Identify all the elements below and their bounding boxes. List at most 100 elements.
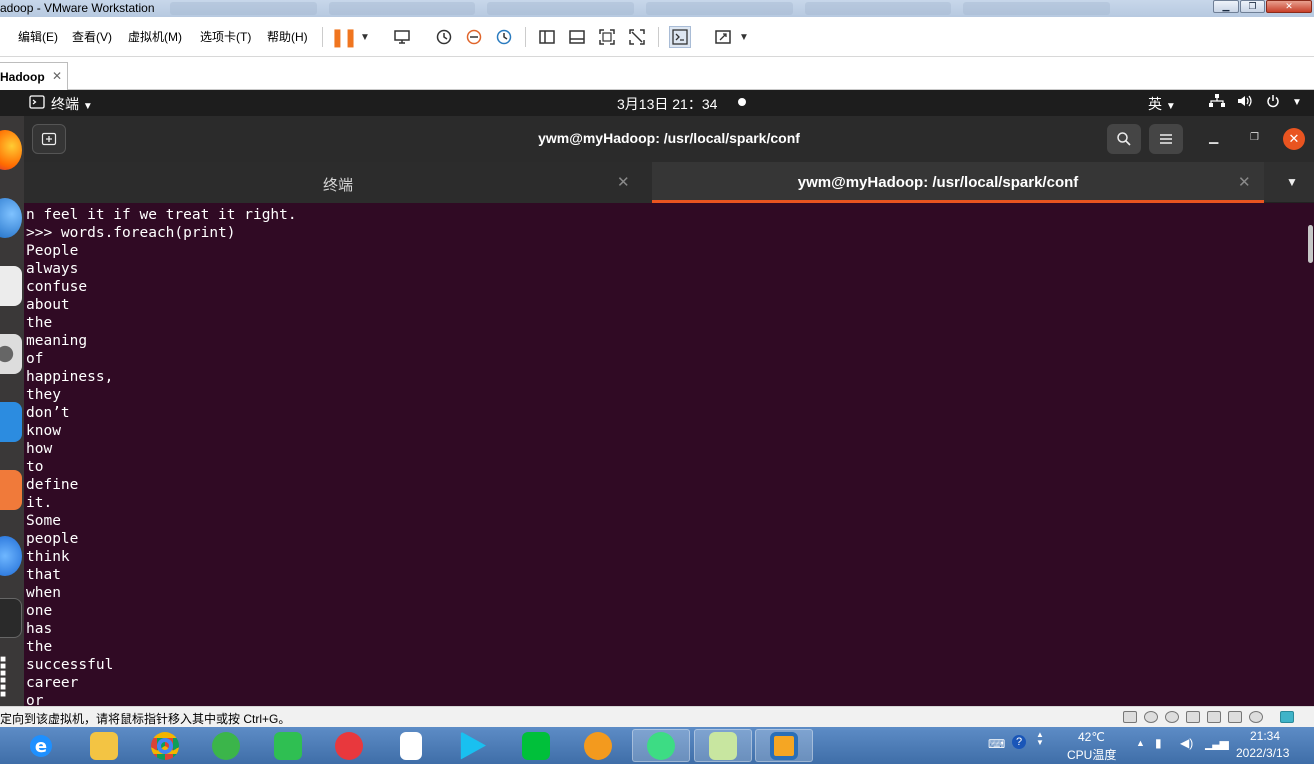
minimize-button[interactable]: ▁	[1213, 0, 1239, 13]
files-icon[interactable]	[0, 266, 22, 306]
vm-tab-hadoop[interactable]: Hadoop ✕	[0, 62, 68, 90]
tab-spark-conf[interactable]: ywm@myHadoop: /usr/local/spark/conf ✕	[652, 162, 1264, 203]
show-hidden-icons-icon[interactable]: ▲	[1136, 738, 1145, 748]
start-ie-icon[interactable]: e	[10, 729, 72, 762]
hamburger-menu-icon[interactable]	[1149, 124, 1183, 154]
terminal-line: Some	[26, 513, 61, 529]
pause-dropdown-icon[interactable]: ▼	[354, 26, 376, 48]
terminal-output[interactable]: n feel it if we treat it right. >>> words…	[24, 203, 1314, 706]
notepad-icon[interactable]	[694, 729, 752, 762]
tab-terminal[interactable]: 终端 ✕	[24, 162, 652, 203]
maximize-button[interactable]: ❐	[1240, 0, 1265, 13]
usb-icon[interactable]	[1207, 711, 1221, 723]
vmware-taskbar-icon[interactable]	[755, 729, 813, 762]
thunderbird-icon[interactable]	[0, 198, 22, 238]
stretch-view-icon[interactable]	[712, 26, 734, 48]
software-center-icon[interactable]	[0, 470, 22, 510]
close-tab-icon[interactable]: ✕	[52, 69, 62, 83]
wechat-icon[interactable]	[197, 729, 255, 762]
chevron-down-icon[interactable]: ▼	[1292, 97, 1302, 108]
scrollbar-thumb[interactable]	[1308, 225, 1313, 263]
close-tab-icon[interactable]: ✕	[617, 173, 630, 191]
firefox-icon[interactable]	[0, 130, 22, 170]
console-view-icon[interactable]	[566, 26, 588, 48]
window-minimize-icon[interactable]: ▁	[1209, 130, 1218, 144]
power-icon[interactable]	[1266, 94, 1280, 111]
menu-edit[interactable]: 编辑(E)	[18, 28, 58, 45]
pause-icon[interactable]: ❚❚	[330, 26, 358, 48]
floppy-icon[interactable]	[1165, 711, 1179, 723]
unity-mode-icon[interactable]	[626, 26, 648, 48]
input-method-indicator[interactable]: 英 ▼	[1148, 94, 1176, 114]
tab-label: ywm@myHadoop: /usr/local/spark/conf	[797, 174, 1079, 191]
libreoffice-writer-icon[interactable]	[0, 402, 22, 442]
close-tab-icon[interactable]: ✕	[1238, 173, 1251, 191]
messages-icon[interactable]	[1280, 711, 1294, 723]
terminal-console-icon[interactable]	[669, 26, 691, 48]
window-maximize-icon[interactable]: ❐	[1250, 132, 1259, 143]
vmware-title-bar: adoop - VMware Workstation ▁ ❐ ✕	[0, 0, 1314, 17]
android-studio-icon[interactable]	[632, 729, 690, 762]
fullscreen-icon[interactable]	[596, 26, 618, 48]
terminal-line: define	[26, 477, 79, 493]
close-button[interactable]: ✕	[1266, 0, 1312, 13]
cd-dvd-icon[interactable]	[1144, 711, 1158, 723]
toolbar-separator	[658, 27, 659, 47]
keyboard-icon[interactable]: ⌨	[988, 737, 1005, 751]
iqiyi-icon[interactable]	[507, 729, 565, 762]
tiger-app-icon[interactable]	[569, 729, 627, 762]
ubuntu-top-bar: 终端 ▼ 3月13日 21：34 英 ▼ ▼	[0, 90, 1314, 116]
help-tray-icon[interactable]: ?	[1012, 735, 1026, 749]
show-applications-icon[interactable]: ■ ■ ■ ■ ■ ■	[0, 655, 10, 700]
menu-tabs[interactable]: 选项卡(T)	[200, 28, 251, 45]
explorer-icon[interactable]	[75, 729, 133, 762]
terminal-line: confuse	[26, 279, 88, 295]
network-icon[interactable]	[1209, 94, 1225, 111]
vmware-status-bar: 定向到该虚拟机，请将鼠标指针移入其中或按 Ctrl+G。	[0, 706, 1314, 727]
terminal-line: meaning	[26, 333, 88, 349]
hard-disk-icon[interactable]	[1123, 711, 1137, 723]
tab-list-dropdown-icon[interactable]: ▼	[1286, 175, 1298, 189]
help-icon[interactable]	[0, 536, 22, 576]
shopping-icon[interactable]	[259, 729, 317, 762]
terminal-line: don’t	[26, 405, 70, 421]
chrome-icon[interactable]	[136, 729, 194, 762]
snapshot-icon[interactable]	[433, 26, 455, 48]
network-signal-icon[interactable]: ▁▃▅	[1205, 736, 1229, 750]
network-adapter-icon[interactable]	[1186, 711, 1200, 723]
speaker-icon[interactable]: ◀)	[1180, 736, 1193, 750]
tray-arrows-icon[interactable]: ▲ ▼	[1036, 731, 1044, 747]
volume-icon[interactable]	[1237, 94, 1253, 111]
temperature-label: CPU温度	[1067, 748, 1117, 762]
netease-music-icon[interactable]	[320, 729, 378, 762]
menu-vm[interactable]: 虚拟机(M)	[128, 28, 182, 45]
terminal-line: one	[26, 603, 53, 619]
printer-icon[interactable]	[1249, 711, 1263, 723]
document-icon[interactable]	[382, 729, 440, 762]
search-icon[interactable]	[1107, 124, 1141, 154]
stretch-dropdown-icon[interactable]: ▼	[733, 26, 755, 48]
sidebar-view-icon[interactable]	[536, 26, 558, 48]
sound-card-icon[interactable]	[1228, 711, 1242, 723]
rhythmbox-icon[interactable]	[0, 334, 22, 374]
terminal-line: they	[26, 387, 61, 403]
activities-app-menu[interactable]: 终端 ▼	[51, 94, 93, 114]
clock-time[interactable]: 21:34	[1250, 729, 1280, 743]
terminal-tab-bar: 终端 ✕ ywm@myHadoop: /usr/local/spark/conf…	[24, 162, 1314, 203]
clock[interactable]: 3月13日 21：34	[617, 94, 717, 114]
terminal-line: that	[26, 567, 61, 583]
terminal-line: how	[26, 441, 53, 457]
toolbar-separator	[322, 27, 323, 47]
send-keys-icon[interactable]	[391, 26, 413, 48]
menu-view[interactable]: 查看(V)	[72, 28, 112, 45]
terminal-dock-icon[interactable]	[0, 598, 22, 638]
video-player-icon[interactable]	[443, 729, 501, 762]
clock-date[interactable]: 2022/3/13	[1236, 746, 1289, 760]
snapshot-manager-icon[interactable]	[493, 26, 515, 48]
revert-snapshot-icon[interactable]	[463, 26, 485, 48]
device-icon[interactable]: ▮	[1155, 736, 1162, 750]
window-close-icon[interactable]: ✕	[1283, 128, 1305, 150]
terminal-line: of	[26, 351, 44, 367]
menu-help[interactable]: 帮助(H)	[267, 28, 308, 45]
new-tab-button[interactable]	[32, 124, 66, 154]
